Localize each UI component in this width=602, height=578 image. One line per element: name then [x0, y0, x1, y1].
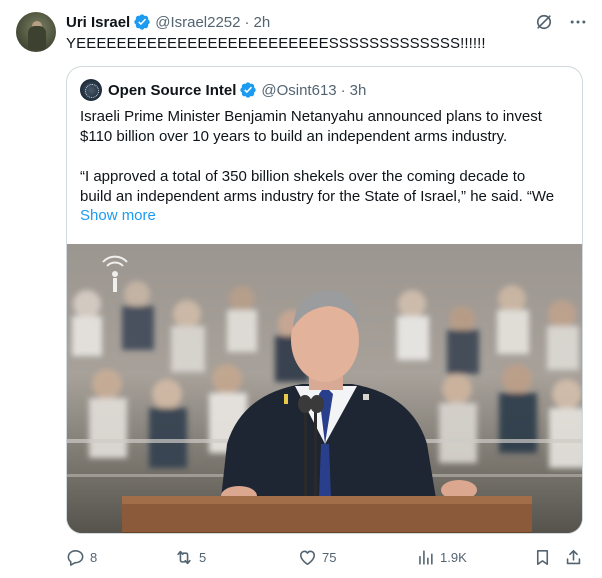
top-actions	[534, 12, 588, 32]
quoted-text-line: build an independent arms industry for t…	[80, 188, 555, 205]
quoted-author-name[interactable]: Open Source Intel	[108, 82, 236, 99]
quoted-tweet-header: Open Source Intel @Osint613 · 3h	[80, 79, 366, 101]
show-more-link[interactable]: Show more	[80, 207, 156, 224]
like-button[interactable]: 75	[298, 545, 336, 569]
reply-count: 8	[90, 549, 98, 565]
quoted-author-handle[interactable]: @Osint613	[261, 82, 336, 99]
author-handle[interactable]: @Israel2252	[155, 14, 240, 31]
heart-icon	[299, 550, 316, 565]
header-separator: ·	[244, 13, 250, 31]
quoted-tweet-photo[interactable]	[67, 244, 582, 533]
verified-badge-icon	[134, 14, 150, 30]
views-button[interactable]: 1.9K	[416, 545, 467, 569]
repost-icon	[177, 550, 191, 564]
bookmark-icon	[536, 549, 549, 565]
quoted-text-line: $110 billion over 10 years to build an i…	[80, 128, 508, 145]
speaker-photo-illustration	[67, 244, 582, 533]
quoted-tweet-card[interactable]: Open Source Intel @Osint613 · 3h Israeli…	[66, 66, 583, 534]
quoted-author-avatar[interactable]	[80, 79, 102, 101]
author-avatar[interactable]	[16, 12, 56, 52]
verified-badge-icon	[240, 82, 257, 98]
quoted-text-line: Israeli Prime Minister Benjamin Netanyah…	[80, 108, 542, 125]
quoted-header-separator: ·	[340, 81, 346, 99]
repost-count: 5	[199, 549, 207, 565]
repost-button[interactable]: 5	[174, 545, 206, 569]
like-count: 75	[322, 549, 337, 565]
bookmark-button[interactable]	[533, 545, 557, 569]
tweet[interactable]: Uri Israel @Israel2252 · 2h YEEEEEEEEEEE…	[0, 0, 602, 578]
reply-icon	[67, 549, 84, 566]
share-icon	[566, 549, 581, 564]
reply-button[interactable]: 8	[66, 545, 97, 569]
view-count: 1.9K	[440, 549, 467, 565]
grok-icon[interactable]	[534, 12, 554, 32]
tweet-header: Uri Israel @Israel2252 · 2h	[66, 12, 270, 32]
author-name[interactable]: Uri Israel	[66, 14, 130, 31]
tweet-text: YEEEEEEEEEEEEEEEEEEEEEEEEESSSSSSSSSSSSS!…	[66, 35, 486, 52]
more-options-icon[interactable]	[568, 12, 588, 32]
share-button[interactable]	[564, 545, 588, 569]
quoted-text-line: “I approved a total of 350 billion sheke…	[80, 168, 526, 185]
tweet-timestamp[interactable]: 2h	[254, 14, 271, 31]
tweet-action-bar: 8 5 75 1.9K	[66, 545, 583, 569]
views-chart-icon	[419, 549, 433, 565]
quoted-tweet-text: Israeli Prime Minister Benjamin Netanyah…	[80, 107, 575, 207]
quoted-timestamp[interactable]: 3h	[350, 82, 367, 99]
